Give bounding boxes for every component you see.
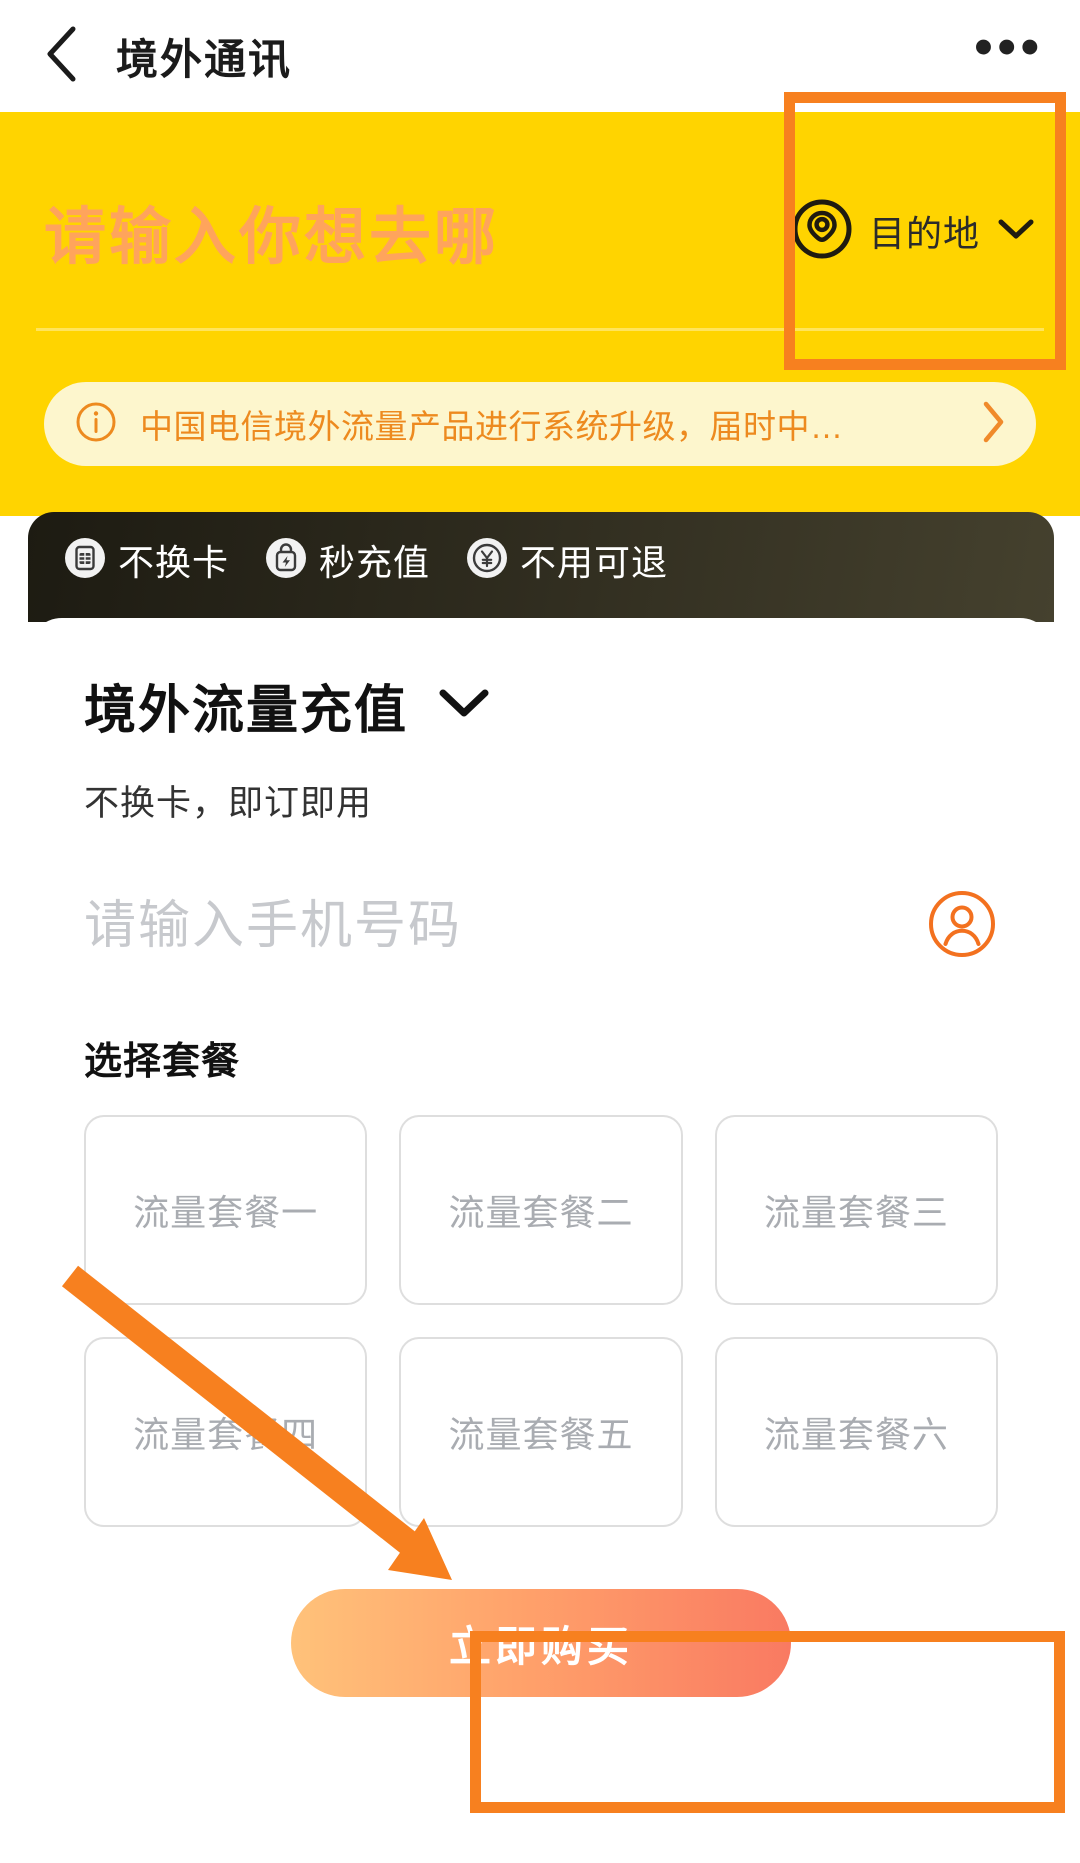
feature-item-sim: 不换卡 <box>64 534 229 586</box>
phone-screen: 境外通讯 ••• 请输入你想去哪 目的地 中国电信境外流量产品进行系统升级，届时… <box>0 0 1080 1863</box>
sim-card-icon <box>64 537 106 584</box>
chevron-down-icon[interactable] <box>436 685 492 726</box>
notice-text: 中国电信境外流量产品进行系统升级，届时中… <box>140 408 844 445</box>
card-title: 境外流量充值 <box>84 682 409 740</box>
contact-person-icon[interactable] <box>926 888 998 965</box>
destination-label: 目的地 <box>868 213 980 254</box>
card-title-row[interactable]: 境外流量充值 <box>84 668 998 743</box>
package-option[interactable]: 流量套餐二 <box>399 1115 683 1305</box>
feature-label: 秒充值 <box>319 542 431 583</box>
packages-section-label: 选择套餐 <box>84 1041 241 1083</box>
info-circle-icon <box>74 400 118 449</box>
location-pin-circle-icon <box>791 198 853 265</box>
buy-button-row: 立即购买 <box>84 1589 998 1697</box>
card-subtitle: 不换卡，即订即用 <box>84 784 373 823</box>
system-notice-banner[interactable]: 中国电信境外流量产品进行系统升级，届时中… <box>44 382 1036 466</box>
chevron-down-icon <box>996 216 1036 247</box>
phone-input-row <box>84 878 998 974</box>
package-option[interactable]: 流量套餐三 <box>714 1115 998 1305</box>
feature-item-instant: 秒充值 <box>265 534 430 586</box>
feature-bar: 不换卡 秒充值 不用可退 <box>28 512 1054 622</box>
destination-search-input[interactable]: 请输入你想去哪 <box>44 186 791 276</box>
package-option[interactable]: 流量套餐六 <box>714 1337 998 1527</box>
feature-label: 不用可退 <box>520 542 669 583</box>
hero-divider <box>36 328 1044 331</box>
back-button[interactable] <box>44 26 88 84</box>
more-horizontal-icon[interactable]: ••• <box>974 21 1044 75</box>
chevron-left-icon <box>44 25 78 88</box>
refund-yuan-icon <box>466 537 508 584</box>
package-option[interactable]: 流量套餐一 <box>84 1115 368 1305</box>
package-option[interactable]: 流量套餐五 <box>399 1337 683 1527</box>
recharge-card: 境外流量充值 不换卡，即订即用 选择套餐 流量套餐一 流量套餐二 流量 <box>28 618 1054 1863</box>
search-row: 请输入你想去哪 目的地 <box>0 156 1080 306</box>
destination-selector[interactable]: 目的地 <box>791 198 1050 265</box>
feature-label: 不换卡 <box>118 542 230 583</box>
package-option[interactable]: 流量套餐四 <box>84 1337 368 1527</box>
navigation-bar: 境外通讯 ••• <box>0 0 1080 112</box>
package-grid: 流量套餐一 流量套餐二 流量套餐三 流量套餐四 流量套餐五 流量套餐六 <box>84 1115 998 1527</box>
page-title: 境外通讯 <box>116 35 293 83</box>
buy-now-button[interactable]: 立即购买 <box>291 1589 791 1697</box>
feature-item-refund: 不用可退 <box>466 534 668 586</box>
chevron-right-icon <box>978 398 1008 451</box>
phone-number-input[interactable] <box>84 896 926 956</box>
instant-charge-icon <box>265 537 307 584</box>
